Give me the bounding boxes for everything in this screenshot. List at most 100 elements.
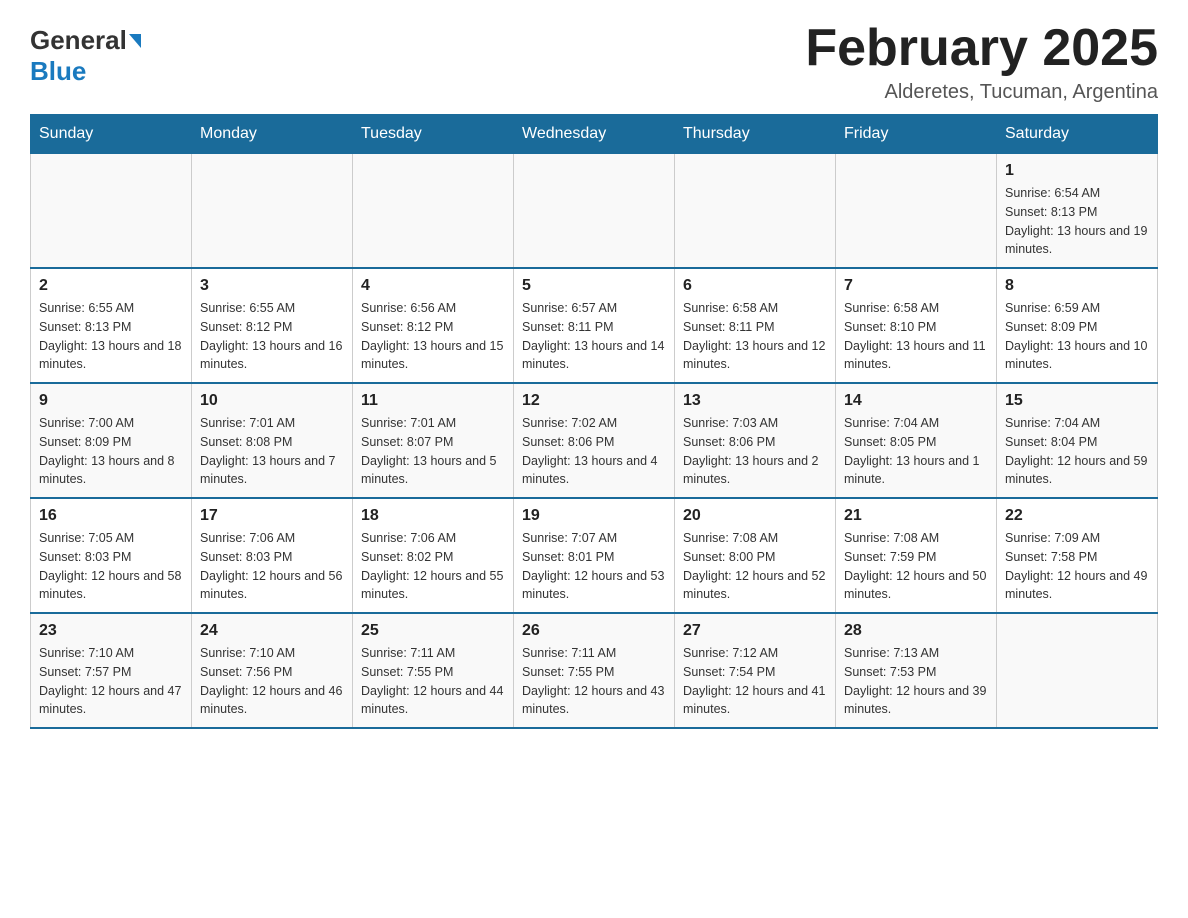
calendar-cell [514,154,675,269]
day-info: Sunrise: 6:57 AMSunset: 8:11 PMDaylight:… [522,299,666,374]
day-number: 12 [522,392,666,410]
day-number: 13 [683,392,827,410]
location: Alderetes, Tucuman, Argentina [805,81,1158,104]
calendar-cell: 5Sunrise: 6:57 AMSunset: 8:11 PMDaylight… [514,268,675,383]
calendar-cell: 15 Sunrise: 7:04 AMSunset: 8:04 PMDayligh… [997,383,1158,498]
week-row-1: 1 Sunrise: 6:54 AMSunset: 8:13 PMDaylight… [31,154,1158,269]
day-number: 26 [522,622,666,640]
day-number: 23 [39,622,183,640]
day-number: 3 [200,277,344,295]
day-number: 20 [683,507,827,525]
calendar-cell: 23 Sunrise: 7:10 AMSunset: 7:57 PMDayligh… [31,613,192,728]
calendar-cell: 8 Sunrise: 6:59 AMSunset: 8:09 PMDaylight… [997,268,1158,383]
day-info: Sunrise: 7:02 AMSunset: 8:06 PMDaylight:… [522,414,666,489]
month-title: February 2025 [805,20,1158,77]
day-info: Sunrise: 7:07 AMSunset: 8:01 PMDaylight:… [522,529,666,604]
day-number: 1 [1005,162,1149,180]
day-info: Sunrise: 7:11 AMSunset: 7:55 PMDaylight:… [522,644,666,719]
calendar-cell: 14 Sunrise: 7:04 AMSunset: 8:05 PMDayligh… [836,383,997,498]
day-number: 6 [683,277,827,295]
weekday-header-tuesday: Tuesday [353,115,514,154]
day-info: Sunrise: 7:01 AMSunset: 8:07 PMDaylight:… [361,414,505,489]
calendar-cell: 2 Sunrise: 6:55 AMSunset: 8:13 PMDaylight… [31,268,192,383]
day-number: 21 [844,507,988,525]
calendar-cell [997,613,1158,728]
day-info: Sunrise: 6:56 AMSunset: 8:12 PMDaylight:… [361,299,505,374]
day-number: 28 [844,622,988,640]
day-number: 4 [361,277,505,295]
logo: General Blue [30,20,143,87]
page-header: General Blue February 2025 Alderetes, Tu… [30,20,1158,104]
weekday-header-row: SundayMondayTuesdayWednesdayThursdayFrid… [31,115,1158,154]
weekday-header-monday: Monday [192,115,353,154]
calendar-cell: 7 Sunrise: 6:58 AMSunset: 8:10 PMDaylight… [836,268,997,383]
day-info: Sunrise: 7:08 AMSunset: 8:00 PMDaylight:… [683,529,827,604]
weekday-header-sunday: Sunday [31,115,192,154]
day-number: 18 [361,507,505,525]
week-row-2: 2 Sunrise: 6:55 AMSunset: 8:13 PMDaylight… [31,268,1158,383]
logo-blue: Blue [30,56,86,87]
day-info: Sunrise: 7:01 AMSunset: 8:08 PMDaylight:… [200,414,344,489]
calendar-cell: 20 Sunrise: 7:08 AMSunset: 8:00 PMDayligh… [675,498,836,613]
day-number: 10 [200,392,344,410]
calendar-cell: 1 Sunrise: 6:54 AMSunset: 8:13 PMDaylight… [997,154,1158,269]
day-number: 8 [1005,277,1149,295]
day-info: Sunrise: 6:59 AMSunset: 8:09 PMDaylight:… [1005,299,1149,374]
calendar-cell: 26 Sunrise: 7:11 AMSunset: 7:55 PMDayligh… [514,613,675,728]
day-info: Sunrise: 6:55 AMSunset: 8:13 PMDaylight:… [39,299,183,374]
day-number: 27 [683,622,827,640]
title-section: February 2025 Alderetes, Tucuman, Argent… [805,20,1158,104]
weekday-header-saturday: Saturday [997,115,1158,154]
day-info: Sunrise: 7:06 AMSunset: 8:03 PMDaylight:… [200,529,344,604]
day-info: Sunrise: 7:06 AMSunset: 8:02 PMDaylight:… [361,529,505,604]
day-number: 11 [361,392,505,410]
calendar-cell: 21 Sunrise: 7:08 AMSunset: 7:59 PMDayligh… [836,498,997,613]
calendar-table: SundayMondayTuesdayWednesdayThursdayFrid… [30,114,1158,729]
week-row-4: 16Sunrise: 7:05 AMSunset: 8:03 PMDayligh… [31,498,1158,613]
calendar-cell [836,154,997,269]
day-number: 2 [39,277,183,295]
calendar-cell: 16Sunrise: 7:05 AMSunset: 8:03 PMDayligh… [31,498,192,613]
calendar-cell: 22Sunrise: 7:09 AMSunset: 7:58 PMDayligh… [997,498,1158,613]
day-info: Sunrise: 6:58 AMSunset: 8:10 PMDaylight:… [844,299,988,374]
day-info: Sunrise: 7:03 AMSunset: 8:06 PMDaylight:… [683,414,827,489]
calendar-cell: 11 Sunrise: 7:01 AMSunset: 8:07 PMDayligh… [353,383,514,498]
day-info: Sunrise: 7:11 AMSunset: 7:55 PMDaylight:… [361,644,505,719]
logo-arrow-icon [129,34,141,48]
day-info: Sunrise: 7:09 AMSunset: 7:58 PMDaylight:… [1005,529,1149,604]
day-info: Sunrise: 7:13 AMSunset: 7:53 PMDaylight:… [844,644,988,719]
week-row-5: 23 Sunrise: 7:10 AMSunset: 7:57 PMDayligh… [31,613,1158,728]
calendar-cell [675,154,836,269]
day-info: Sunrise: 6:54 AMSunset: 8:13 PMDaylight:… [1005,184,1149,259]
calendar-cell: 6Sunrise: 6:58 AMSunset: 8:11 PMDaylight… [675,268,836,383]
calendar-cell: 24 Sunrise: 7:10 AMSunset: 7:56 PMDayligh… [192,613,353,728]
day-number: 15 [1005,392,1149,410]
calendar-cell [192,154,353,269]
day-number: 19 [522,507,666,525]
weekday-header-friday: Friday [836,115,997,154]
day-number: 9 [39,392,183,410]
weekday-header-thursday: Thursday [675,115,836,154]
day-info: Sunrise: 7:00 AMSunset: 8:09 PMDaylight:… [39,414,183,489]
calendar-cell: 12 Sunrise: 7:02 AMSunset: 8:06 PMDayligh… [514,383,675,498]
calendar-cell: 3 Sunrise: 6:55 AMSunset: 8:12 PMDaylight… [192,268,353,383]
day-info: Sunrise: 7:04 AMSunset: 8:04 PMDaylight:… [1005,414,1149,489]
calendar-cell: 4 Sunrise: 6:56 AMSunset: 8:12 PMDaylight… [353,268,514,383]
day-info: Sunrise: 6:55 AMSunset: 8:12 PMDaylight:… [200,299,344,374]
calendar-cell: 17Sunrise: 7:06 AMSunset: 8:03 PMDayligh… [192,498,353,613]
day-number: 24 [200,622,344,640]
week-row-3: 9 Sunrise: 7:00 AMSunset: 8:09 PMDaylight… [31,383,1158,498]
day-info: Sunrise: 7:04 AMSunset: 8:05 PMDaylight:… [844,414,988,489]
calendar-cell: 9 Sunrise: 7:00 AMSunset: 8:09 PMDaylight… [31,383,192,498]
day-number: 16 [39,507,183,525]
day-number: 7 [844,277,988,295]
day-info: Sunrise: 7:08 AMSunset: 7:59 PMDaylight:… [844,529,988,604]
calendar-cell: 18 Sunrise: 7:06 AMSunset: 8:02 PMDayligh… [353,498,514,613]
day-number: 25 [361,622,505,640]
day-info: Sunrise: 7:10 AMSunset: 7:57 PMDaylight:… [39,644,183,719]
calendar-cell: 25 Sunrise: 7:11 AMSunset: 7:55 PMDayligh… [353,613,514,728]
calendar-cell [353,154,514,269]
day-info: Sunrise: 7:10 AMSunset: 7:56 PMDaylight:… [200,644,344,719]
day-number: 14 [844,392,988,410]
calendar-cell: 10 Sunrise: 7:01 AMSunset: 8:08 PMDayligh… [192,383,353,498]
